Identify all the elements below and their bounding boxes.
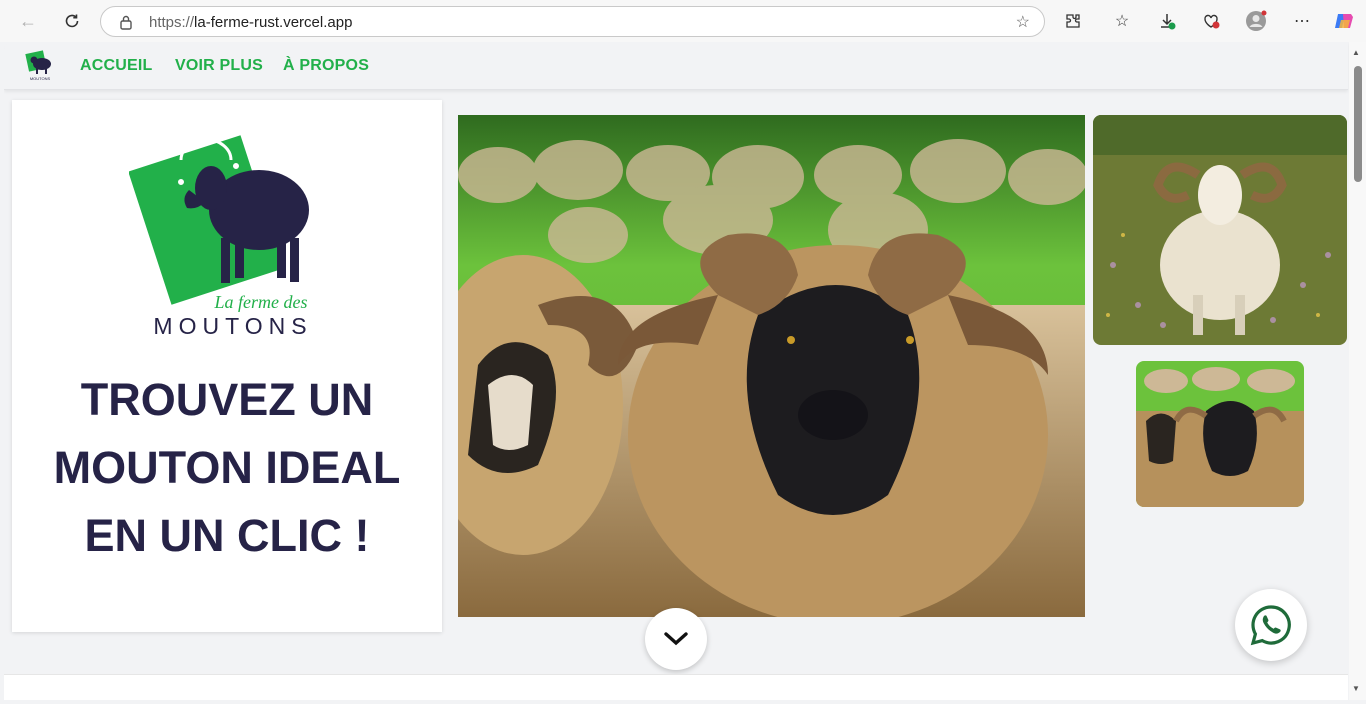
reload-icon[interactable] [60,9,84,33]
nav-link-a-propos[interactable]: À PROPOS [283,57,369,75]
page-footer-strip [4,674,1348,700]
main-sheep-photo [458,115,1085,617]
logo-script-text: La ferme des [214,292,308,312]
favorite-star-icon[interactable]: ☆ [1016,12,1030,32]
scroll-down-arrow-icon[interactable]: ▼ [1352,684,1360,693]
thumbnail-black-rams[interactable] [1136,361,1304,507]
downloads-icon[interactable] [1156,10,1178,32]
hero-title-line: TROUVEZ UN [80,374,374,425]
scroll-down-button[interactable] [645,608,707,670]
whatsapp-icon [1250,605,1291,646]
nav-link-voir-plus[interactable]: VOIR PLUS [175,57,263,75]
address-bar[interactable]: https://la-ferme-rust.vercel.app ☆ [100,6,1045,37]
logo-word-text: MOUTONS [153,313,312,339]
favorites-icon[interactable]: ☆ [1111,10,1133,32]
lock-icon [119,14,133,35]
hero-title-line: MOUTON IDEAL [53,442,401,493]
scrollbar-thumb[interactable] [1354,66,1362,182]
nav-logo-text: MOUTONS [30,76,51,81]
url-text: https://la-ferme-rust.vercel.app [149,14,353,31]
hero-card: La ferme des MOUTONS TROUVEZ UN MOUTON I… [12,100,442,632]
browser-toolbar: ← https://la-ferme-rust.vercel.app ☆ ☆ ⋯ [0,0,1366,42]
page-scrollbar[interactable]: ▲ ▼ [1349,42,1366,700]
chevron-down-icon [664,632,688,646]
hero-title-line: EN UN CLIC ! [84,510,370,561]
site-navbar: MOUTONS ACCUEIL VOIR PLUS À PROPOS [4,42,1348,90]
nav-logo[interactable]: MOUTONS [24,48,56,82]
brand-logo: La ferme des MOUTONS [129,135,312,339]
extensions-icon[interactable] [1062,10,1084,32]
browser-essentials-icon[interactable] [1200,10,1222,32]
hero-title: TROUVEZ UN MOUTON IDEAL EN UN CLIC ! [12,366,442,570]
profile-avatar-icon[interactable] [1245,10,1267,32]
whatsapp-button[interactable] [1235,589,1307,661]
scroll-up-arrow-icon[interactable]: ▲ [1352,48,1360,57]
thumbnail-white-ram[interactable] [1093,115,1347,345]
copilot-icon[interactable] [1333,10,1355,32]
more-menu-icon[interactable]: ⋯ [1291,10,1313,32]
page-viewport: MOUTONS ACCUEIL VOIR PLUS À PROPOS La fe… [4,42,1366,700]
nav-link-accueil[interactable]: ACCUEIL [80,57,153,75]
back-icon[interactable]: ← [16,9,40,33]
